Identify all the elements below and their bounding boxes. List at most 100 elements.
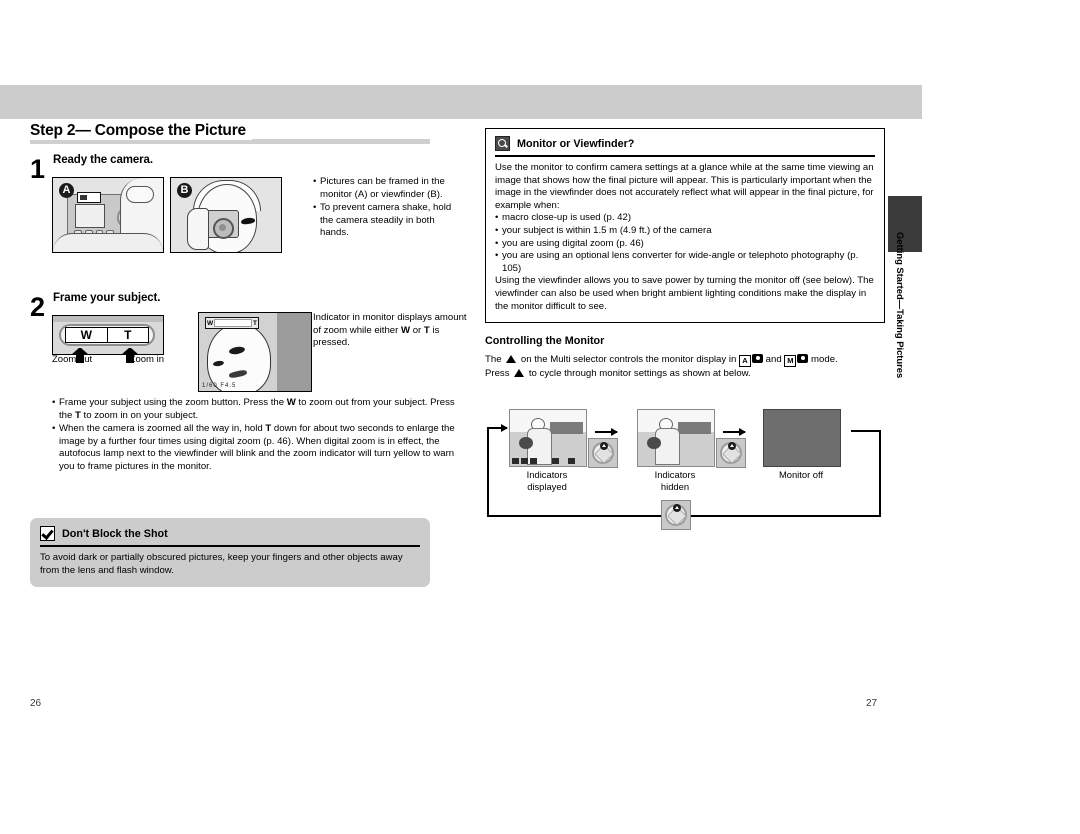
- tip-box: Monitor or Viewfinder? Use the monitor t…: [485, 128, 885, 324]
- hand-illustration: [187, 208, 209, 250]
- page-number-left: 26: [30, 698, 42, 709]
- divider: [495, 155, 875, 157]
- thumbnail-monitor-off: [763, 409, 841, 467]
- thumbnail-indicator-icons: [511, 457, 585, 465]
- tip-outro: Using the viewfinder allows you to save …: [495, 275, 874, 312]
- side-tab-label: Getting Started—Taking Pictures: [895, 232, 906, 379]
- zoom-t-label: T: [124, 328, 132, 342]
- label-line-1: Indicators: [526, 469, 568, 480]
- zoom-w-label: W: [66, 328, 108, 342]
- bullet-dot: •: [495, 250, 499, 262]
- figure-b-badge: B: [177, 183, 192, 198]
- step-1-bullets: • Pictures can be framed in the monitor (…: [313, 176, 463, 241]
- monitor-background: [277, 313, 311, 391]
- triangle-up-icon: [514, 369, 525, 378]
- caution-body: To avoid dark or partially obscured pict…: [40, 552, 403, 576]
- zoom-bar-t-label: T: [253, 319, 257, 327]
- bullet-dot: •: [495, 224, 499, 236]
- zoom-bar-w-label: W: [207, 319, 214, 327]
- tip-intro: Use the monitor to confirm camera settin…: [495, 162, 874, 211]
- camera-top-strip: [53, 316, 163, 322]
- zoom-direction-labels: Zoom out Zoom in: [52, 354, 164, 365]
- controlling-monitor-body: The on the Multi selector controls the m…: [485, 353, 885, 380]
- page-title: Step 2— Compose the Picture: [30, 122, 252, 140]
- bullet-dot: •: [52, 397, 56, 408]
- loop-line-top: [851, 430, 881, 432]
- controlling-monitor-heading: Controlling the Monitor: [485, 335, 605, 348]
- camera-top-display-icon: [77, 192, 101, 203]
- camera-lens-icon: [213, 218, 234, 239]
- bullet-text: When the camera is zoomed all the way in…: [59, 423, 455, 472]
- thumbnail-trees: [677, 422, 711, 434]
- figure-camera-at-eye: B: [170, 177, 282, 253]
- thumbnail-trees: [549, 422, 583, 434]
- multi-selector-up-icon-2: [716, 438, 746, 468]
- manual-page-spread: Step 2— Compose the Picture 1 Ready the …: [0, 0, 1080, 834]
- monitor-status-text: 1/60 F4.5: [202, 383, 237, 389]
- list-item: • you are using digital zoom (p. 46): [495, 238, 875, 251]
- step-2-bullets: • Frame your subject using the zoom butto…: [52, 397, 462, 475]
- text-fragment: Press: [485, 368, 510, 380]
- bullet-dot: •: [495, 237, 499, 249]
- checkmark-icon: [40, 526, 55, 541]
- tip-title: Monitor or Viewfinder?: [517, 137, 635, 150]
- zoom-indicator-bar: W T: [205, 317, 259, 329]
- tip-body: Use the monitor to confirm camera settin…: [495, 162, 875, 313]
- list-item: • Pictures can be framed in the monitor (…: [313, 176, 463, 201]
- flow-arrow-entry: [487, 424, 508, 431]
- step-1-heading: Ready the camera.: [53, 154, 153, 166]
- multi-selector-up-icon-3: [661, 500, 691, 530]
- text-fragment: mode.: [811, 354, 838, 366]
- text-fragment: to cycle through monitor settings as sho…: [528, 368, 751, 380]
- page-number-right: 27: [866, 698, 878, 709]
- label-line-2: displayed: [527, 480, 567, 492]
- bullet-text: you are using digital zoom (p. 46): [502, 237, 644, 249]
- bullet-text: you are using an optional lens converter…: [502, 250, 859, 274]
- finger-illustration: [126, 186, 154, 203]
- multi-selector-up-icon-1: [588, 438, 618, 468]
- zoom-in-label: Zoom in: [129, 354, 164, 365]
- label-indicators-hidden: Indicators hidden: [637, 469, 713, 492]
- label-line-2: hidden: [660, 480, 690, 492]
- caution-box: Don't Block the Shot To avoid dark or pa…: [30, 518, 430, 588]
- thumbnail-flowers: [519, 436, 533, 450]
- zoom-rocker-labels: W T: [65, 327, 149, 343]
- list-item: • you are using an optional lens converte…: [495, 250, 875, 275]
- thumbnail-indicators-displayed: [509, 409, 587, 467]
- bullet-dot: •: [52, 423, 56, 435]
- right-page: Monitor or Viewfinder? Use the monitor t…: [485, 128, 885, 381]
- figure-camera-held-two-hands: A: [52, 177, 164, 253]
- bullet-dot: •: [313, 202, 317, 214]
- divider: [40, 545, 420, 547]
- camera-mode-icon: [752, 354, 763, 364]
- zoom-out-label: Zoom out: [52, 354, 93, 365]
- triangle-up-icon: [506, 355, 517, 364]
- figure-monitor-zoom-indicator: W T 1/60 F4.5: [198, 312, 312, 392]
- step-title-wrap: Step 2— Compose the Picture: [30, 122, 450, 144]
- text-fragment: The: [485, 354, 502, 366]
- list-item: • your subject is within 1.5 m (4.9 ft.) …: [495, 225, 875, 238]
- step-1-number: 1: [30, 154, 46, 184]
- bullet-text: Pictures can be framed in the monitor (A…: [320, 176, 445, 200]
- mode-a-letter: A: [739, 355, 751, 368]
- step-2-block: 2 Frame your subject. W T Zoom out Zoom …: [30, 292, 467, 472]
- bullet-dot: •: [495, 212, 499, 224]
- left-page: Step 2— Compose the Picture 1 Ready the …: [30, 122, 467, 472]
- caution-title: Don't Block the Shot: [62, 527, 168, 540]
- thumbnail-flowers: [647, 436, 661, 450]
- list-item: • macro close-up is used (p. 42): [495, 212, 875, 225]
- list-item: • When the camera is zoomed all the way i…: [52, 423, 462, 473]
- top-banner: [0, 85, 922, 119]
- text-fragment: and: [765, 354, 782, 366]
- mode-m-letter: M: [784, 355, 797, 368]
- loop-line-left: [487, 428, 489, 516]
- zoom-indicator-note: Indicator in monitor displays amount of …: [313, 312, 467, 349]
- bullet-text: your subject is within 1.5 m (4.9 ft.) o…: [502, 224, 712, 236]
- bullet-text: Frame your subject using the zoom button…: [59, 397, 455, 421]
- list-item: • To prevent camera shake, hold the camer…: [313, 202, 463, 240]
- label-indicators-displayed: Indicators displayed: [509, 469, 585, 492]
- caution-header: Don't Block the Shot: [40, 526, 420, 541]
- bullet-text: To prevent camera shake, hold the camera…: [320, 202, 452, 239]
- label-line-1: Indicators: [654, 469, 696, 480]
- step-2-number: 2: [30, 292, 46, 322]
